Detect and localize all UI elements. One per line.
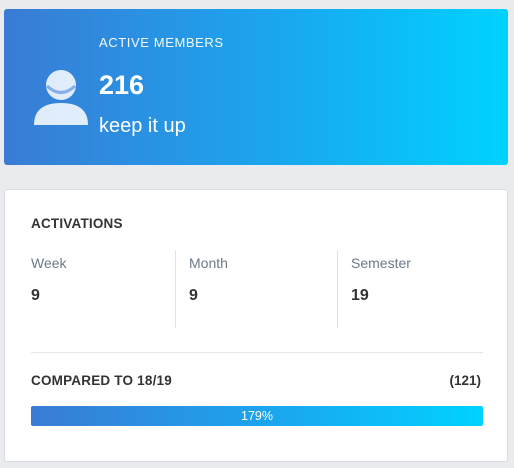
stat-week: Week 9 [31, 250, 175, 328]
active-members-banner: ACTIVE MEMBERS 216 keep it up [4, 9, 508, 165]
comparison-title: COMPARED TO 18/19 [31, 373, 172, 388]
stat-week-label: Week [31, 255, 67, 271]
stat-week-value: 9 [31, 287, 40, 304]
comparison-progress-bar: 179% [31, 406, 483, 426]
active-member-count: 216 [99, 70, 145, 100]
stat-semester: Semester 19 [337, 250, 497, 328]
stat-month-value: 9 [189, 287, 198, 304]
comparison-progress-label: 179% [241, 409, 273, 423]
comparison-count: (121) [449, 373, 481, 388]
banner-eyebrow: ACTIVE MEMBERS [99, 35, 224, 50]
stat-semester-label: Semester [351, 255, 411, 271]
comparison-progress-fill: 179% [31, 406, 483, 426]
stat-semester-value: 19 [351, 287, 369, 304]
activations-title: ACTIVATIONS [31, 216, 123, 231]
stat-month-label: Month [189, 255, 228, 271]
stat-month: Month 9 [175, 250, 337, 328]
activations-card: ACTIVATIONS Week 9 Month 9 Semester 19 C… [4, 189, 508, 462]
user-icon [34, 70, 88, 125]
banner-tagline: keep it up [99, 115, 186, 137]
section-divider [31, 352, 483, 353]
